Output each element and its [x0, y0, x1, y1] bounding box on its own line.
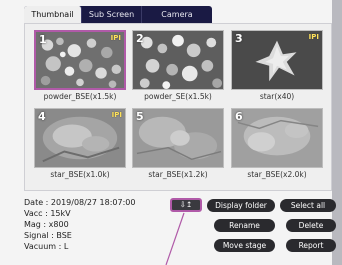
- image-info: Date : 2019/08/27 18:07:00 Vacc : 15kV M…: [24, 197, 164, 252]
- thumbnail-image[interactable]: 2: [132, 30, 224, 90]
- thumbnail-number: 1: [39, 33, 47, 46]
- report-button[interactable]: Report: [286, 239, 336, 252]
- thumbnail-caption: powder_SE(x1.5k): [144, 92, 212, 101]
- info-mag: Mag : x800: [24, 220, 69, 229]
- thumbnail-number: 2: [136, 32, 144, 45]
- move-stage-button[interactable]: Move stage: [214, 239, 275, 252]
- thumbnail-image[interactable]: 4 IPI: [34, 108, 126, 168]
- thumbnail-caption: star_BSE(x1.0k): [50, 170, 110, 179]
- thumbnail-number: 5: [136, 110, 144, 123]
- tab-sub-screen[interactable]: Sub Screen: [82, 6, 142, 23]
- thumbnail-image[interactable]: 1 IPI: [34, 30, 126, 90]
- thumbnail-caption: star(x40): [259, 92, 295, 101]
- info-vacc: Vacc : 15kV: [24, 209, 71, 218]
- ipi-badge: IPI: [110, 34, 121, 42]
- thumbnail-image[interactable]: 6: [231, 108, 323, 168]
- thumbnail-grid: 1 IPI powder_BSE(x1.5k) 2 powder_SE(x1.5…: [24, 23, 332, 191]
- thumbnail-number: 4: [38, 110, 46, 123]
- thumbnail-caption: powder_BSE(x1.5k): [43, 92, 117, 101]
- thumbnail-caption: star_BSE(x2.0k): [247, 170, 307, 179]
- info-date: Date : 2019/08/27 18:07:00: [24, 198, 136, 207]
- thumbnail-number: 3: [235, 32, 243, 45]
- ipi-badge: IPI: [308, 33, 319, 41]
- info-vacuum: Vacuum : L: [24, 242, 69, 251]
- tab-bar: Thumbnail Sub Screen Camera: [24, 6, 212, 23]
- ipi-badge: IPI: [111, 111, 122, 119]
- info-signal: Signal : BSE: [24, 231, 72, 240]
- rename-button[interactable]: Rename: [214, 219, 275, 232]
- export-button[interactable]: ⇩↥: [170, 198, 202, 212]
- thumbnail-window: Thumbnail Sub Screen Camera 1 IPI powder…: [0, 0, 342, 265]
- select-all-button[interactable]: Select all: [280, 199, 336, 212]
- tab-thumbnail[interactable]: Thumbnail: [24, 6, 82, 23]
- thumbnail-image[interactable]: 5: [132, 108, 224, 168]
- thumbnail-number: 6: [235, 110, 243, 123]
- thumbnail-image[interactable]: 3 IPI: [231, 30, 323, 90]
- thumbnail-caption: star_BSE(x1.2k): [148, 170, 208, 179]
- delete-button[interactable]: Delete: [286, 219, 336, 232]
- display-folder-button[interactable]: Display folder: [207, 199, 275, 212]
- tab-camera[interactable]: Camera: [142, 6, 212, 23]
